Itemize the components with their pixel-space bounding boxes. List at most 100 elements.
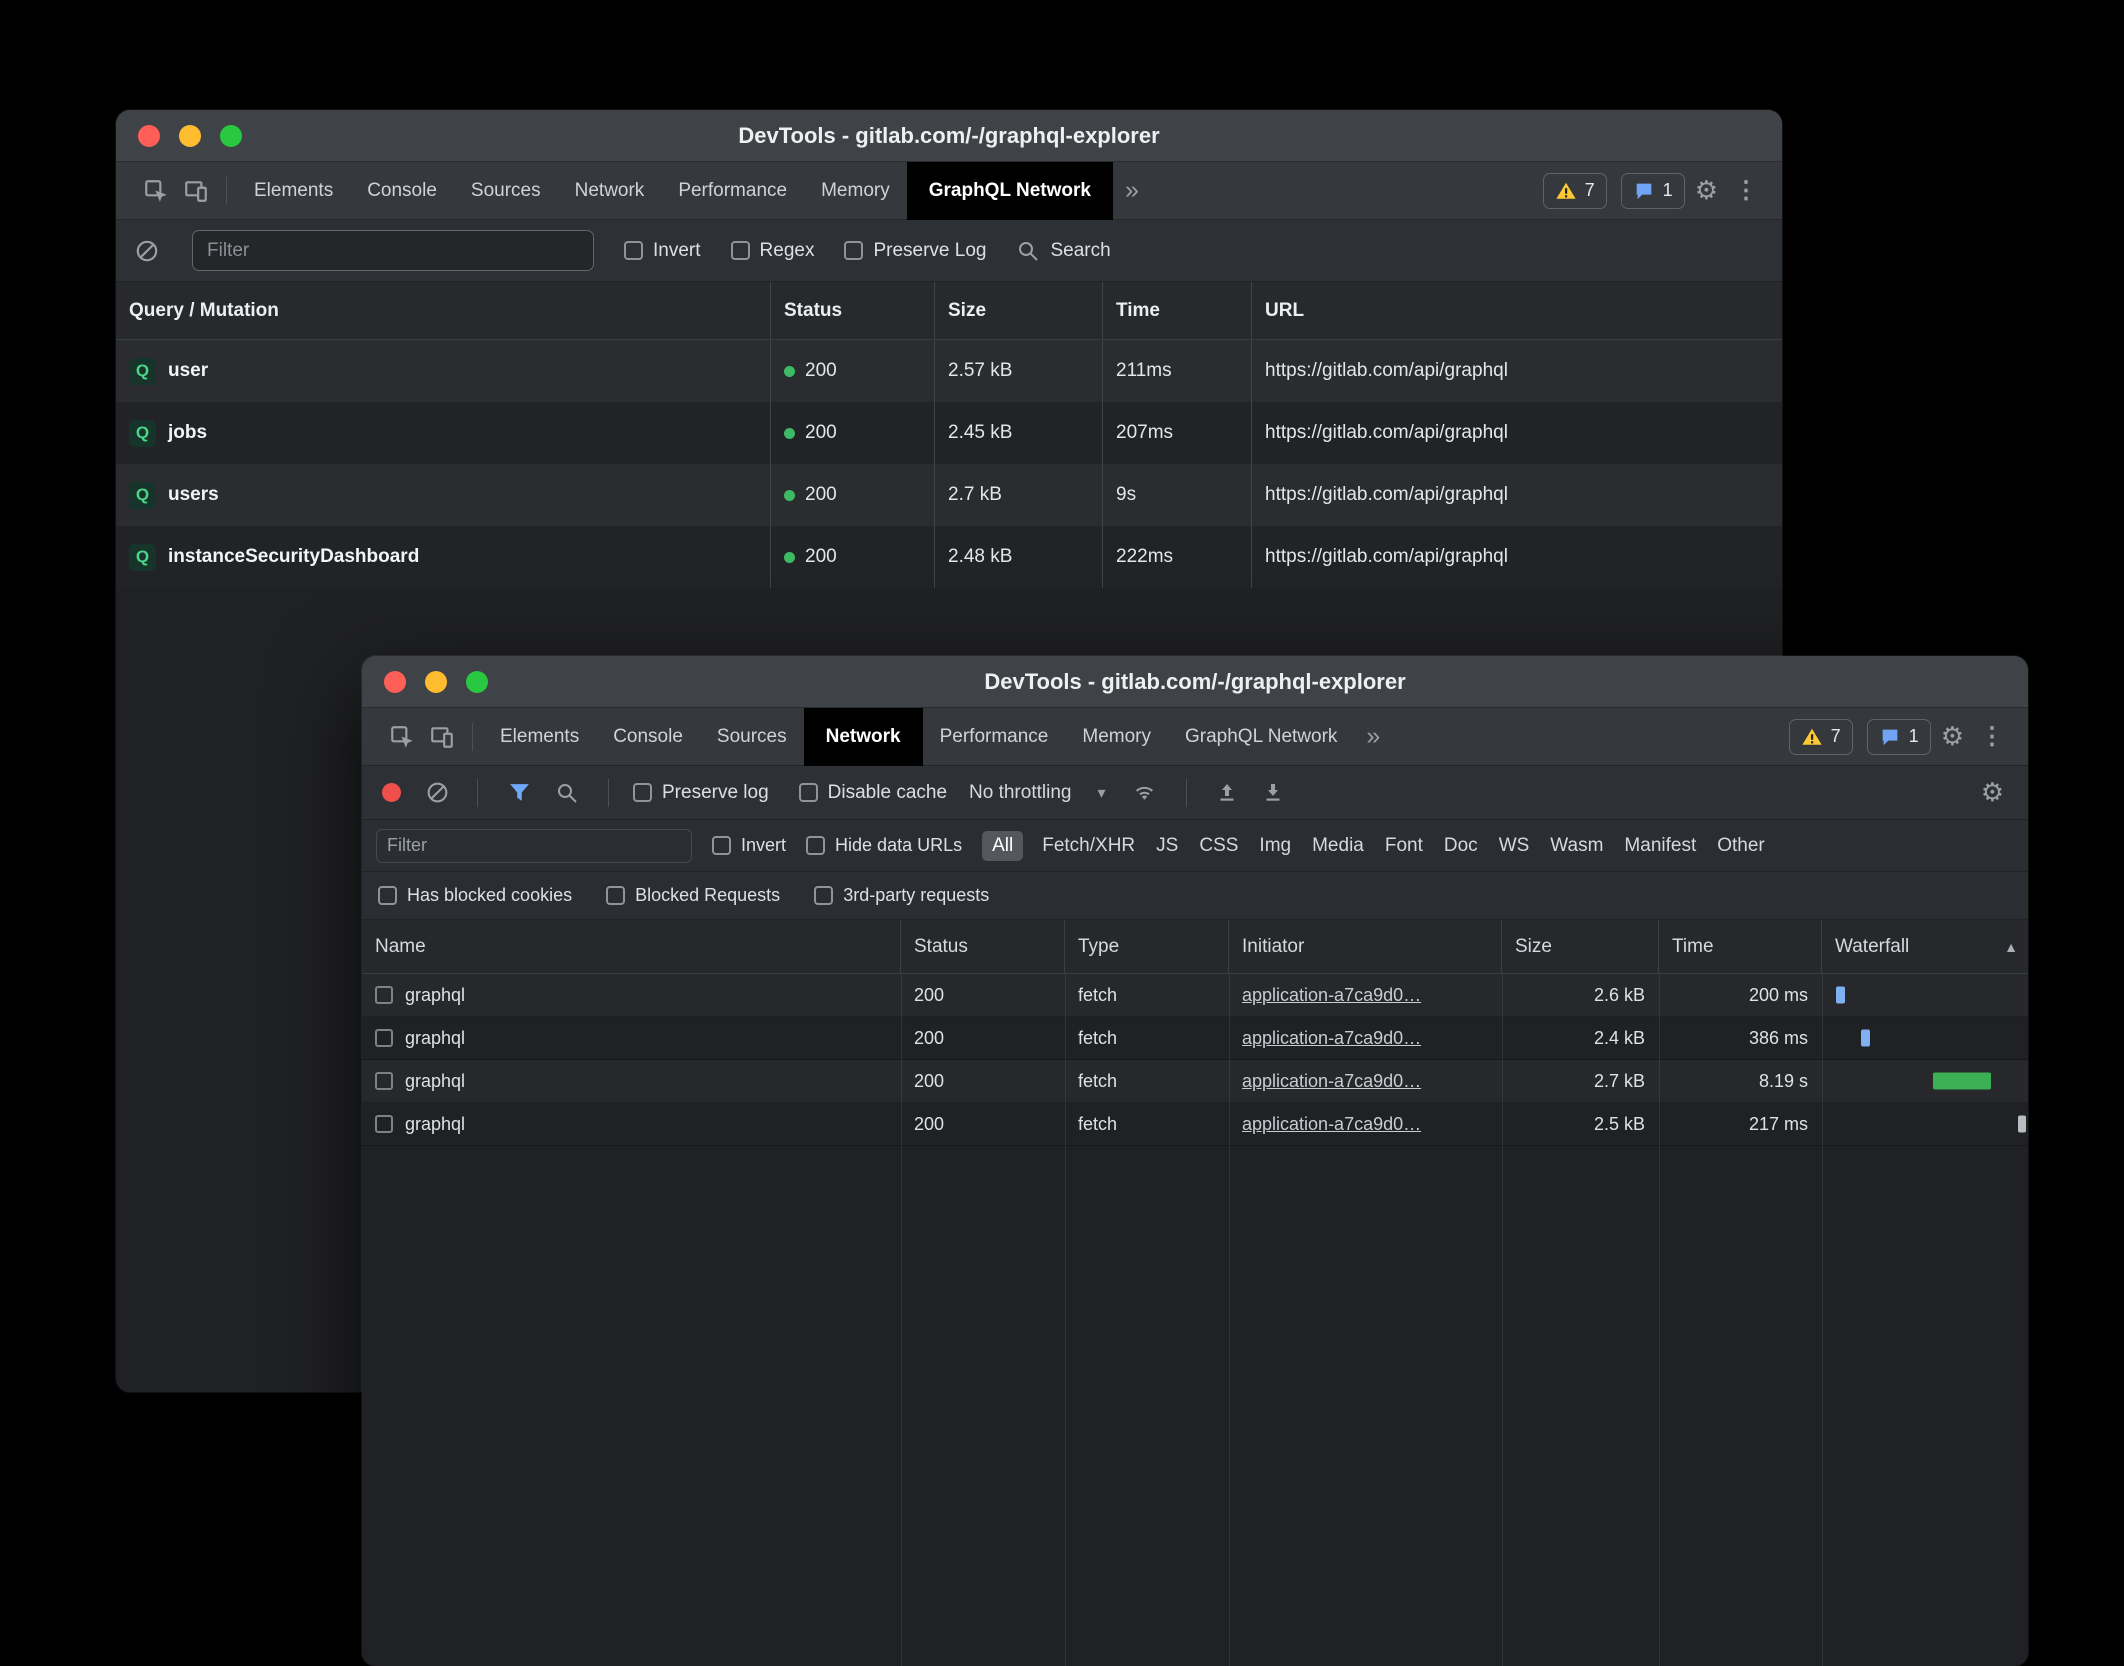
- inspect-element-icon[interactable]: [382, 717, 422, 757]
- checkbox-box[interactable]: [633, 783, 652, 802]
- clear-icon[interactable]: [132, 231, 162, 271]
- table-row[interactable]: Qjobs 200 2.45 kB 207ms https://gitlab.c…: [116, 402, 1782, 464]
- device-toolbar-icon[interactable]: [176, 171, 216, 211]
- tab-console[interactable]: Console: [350, 162, 454, 220]
- column-header-name[interactable]: Name: [362, 920, 901, 973]
- column-header-status[interactable]: Status: [901, 920, 1065, 973]
- blocked-requests-checkbox[interactable]: Blocked Requests: [606, 885, 780, 906]
- initiator-link[interactable]: application-a7ca9d0…: [1242, 1028, 1421, 1049]
- more-tabs-icon[interactable]: »: [1113, 176, 1151, 205]
- type-filter-other[interactable]: Other: [1715, 831, 1767, 861]
- initiator-link[interactable]: application-a7ca9d0…: [1242, 1114, 1421, 1135]
- type-filter-fetch-xhr[interactable]: Fetch/XHR: [1040, 831, 1137, 861]
- type-filter-font[interactable]: Font: [1383, 831, 1425, 861]
- table-row[interactable]: QinstanceSecurityDashboard 200 2.48 kB 2…: [116, 526, 1782, 588]
- import-har-icon[interactable]: [1257, 773, 1289, 813]
- search-button[interactable]: Search: [1016, 239, 1110, 263]
- column-divider[interactable]: [1502, 974, 1503, 1666]
- tab-network[interactable]: Network: [804, 708, 923, 766]
- type-filter-all[interactable]: All: [982, 831, 1023, 861]
- tab-sources[interactable]: Sources: [700, 708, 804, 766]
- export-har-icon[interactable]: [1211, 773, 1243, 813]
- row-checkbox[interactable]: [375, 1029, 393, 1047]
- kebab-menu-icon[interactable]: ⋮: [1974, 722, 2010, 751]
- column-divider[interactable]: [1065, 974, 1066, 1666]
- checkbox-box[interactable]: [606, 886, 625, 905]
- request-row[interactable]: graphql 200 fetch application-a7ca9d0… 2…: [362, 974, 2028, 1017]
- column-header-time[interactable]: Time: [1659, 920, 1822, 973]
- settings-gear-icon[interactable]: ⚙: [1685, 175, 1728, 206]
- issues-badge[interactable]: 1: [1621, 173, 1685, 209]
- tab-sources[interactable]: Sources: [454, 162, 558, 220]
- column-header-type[interactable]: Type: [1065, 920, 1229, 973]
- tab-memory[interactable]: Memory: [804, 162, 907, 220]
- zoom-button[interactable]: [466, 671, 488, 693]
- hide-data-urls-checkbox[interactable]: Hide data URLs: [806, 835, 962, 856]
- settings-gear-icon[interactable]: ⚙: [1931, 721, 1974, 752]
- row-checkbox[interactable]: [375, 986, 393, 1004]
- title-bar[interactable]: DevTools - gitlab.com/-/graphql-explorer: [116, 110, 1782, 162]
- table-row[interactable]: Quser 200 2.57 kB 211ms https://gitlab.c…: [116, 340, 1782, 402]
- checkbox-box[interactable]: [712, 836, 731, 855]
- issues-badge[interactable]: 1: [1867, 719, 1931, 755]
- network-settings-gear-icon[interactable]: ⚙: [1971, 777, 2014, 808]
- type-filter-js[interactable]: JS: [1154, 831, 1180, 861]
- row-checkbox[interactable]: [375, 1072, 393, 1090]
- tab-graphql-network[interactable]: GraphQL Network: [1168, 708, 1354, 766]
- preserve-log-checkbox[interactable]: Preserve Log: [844, 240, 986, 262]
- tab-console[interactable]: Console: [596, 708, 700, 766]
- warnings-badge[interactable]: 7: [1543, 173, 1607, 209]
- tab-elements[interactable]: Elements: [237, 162, 350, 220]
- throttling-dropdown[interactable]: No throttling ▾: [961, 782, 1113, 804]
- request-row[interactable]: graphql 200 fetch application-a7ca9d0… 2…: [362, 1103, 2028, 1146]
- close-button[interactable]: [138, 125, 160, 147]
- column-header-size[interactable]: Size: [1502, 920, 1659, 973]
- checkbox-box[interactable]: [814, 886, 833, 905]
- checkbox-box[interactable]: [844, 241, 863, 260]
- clear-icon[interactable]: [421, 773, 453, 813]
- tab-network[interactable]: Network: [558, 162, 662, 220]
- checkbox-box[interactable]: [806, 836, 825, 855]
- kebab-menu-icon[interactable]: ⋮: [1728, 176, 1764, 205]
- minimize-button[interactable]: [425, 671, 447, 693]
- column-header-waterfall[interactable]: Waterfall ▲: [1822, 920, 2028, 973]
- disable-cache-checkbox[interactable]: Disable cache: [799, 782, 947, 804]
- network-conditions-icon[interactable]: [1128, 773, 1162, 813]
- checkbox-box[interactable]: [624, 241, 643, 260]
- tab-graphql-network[interactable]: GraphQL Network: [907, 162, 1113, 220]
- search-icon[interactable]: [550, 773, 584, 813]
- close-button[interactable]: [384, 671, 406, 693]
- preserve-log-checkbox[interactable]: Preserve log: [633, 782, 769, 804]
- request-row[interactable]: graphql 200 fetch application-a7ca9d0… 2…: [362, 1060, 2028, 1103]
- record-button[interactable]: [382, 783, 401, 802]
- column-divider[interactable]: [901, 974, 902, 1666]
- has-blocked-cookies-checkbox[interactable]: Has blocked cookies: [378, 885, 572, 906]
- network-filter-input[interactable]: [376, 829, 692, 863]
- initiator-link[interactable]: application-a7ca9d0…: [1242, 985, 1421, 1006]
- type-filter-ws[interactable]: WS: [1497, 831, 1532, 861]
- tab-performance[interactable]: Performance: [923, 708, 1066, 766]
- checkbox-box[interactable]: [378, 886, 397, 905]
- warnings-badge[interactable]: 7: [1789, 719, 1853, 755]
- table-row[interactable]: Qusers 200 2.7 kB 9s https://gitlab.com/…: [116, 464, 1782, 526]
- inspect-element-icon[interactable]: [136, 171, 176, 211]
- column-divider[interactable]: [1659, 974, 1660, 1666]
- tab-elements[interactable]: Elements: [483, 708, 596, 766]
- filter-funnel-icon[interactable]: [502, 773, 536, 813]
- device-toolbar-icon[interactable]: [422, 717, 462, 757]
- third-party-requests-checkbox[interactable]: 3rd-party requests: [814, 885, 989, 906]
- regex-checkbox[interactable]: Regex: [731, 240, 815, 262]
- type-filter-doc[interactable]: Doc: [1442, 831, 1480, 861]
- invert-checkbox[interactable]: Invert: [624, 240, 701, 262]
- column-divider[interactable]: [1822, 974, 1823, 1666]
- type-filter-css[interactable]: CSS: [1197, 831, 1240, 861]
- type-filter-media[interactable]: Media: [1310, 831, 1366, 861]
- zoom-button[interactable]: [220, 125, 242, 147]
- row-checkbox[interactable]: [375, 1115, 393, 1133]
- filter-input[interactable]: [192, 230, 594, 271]
- invert-checkbox[interactable]: Invert: [712, 835, 786, 856]
- tab-performance[interactable]: Performance: [661, 162, 804, 220]
- checkbox-box[interactable]: [731, 241, 750, 260]
- type-filter-manifest[interactable]: Manifest: [1622, 831, 1698, 861]
- initiator-link[interactable]: application-a7ca9d0…: [1242, 1071, 1421, 1092]
